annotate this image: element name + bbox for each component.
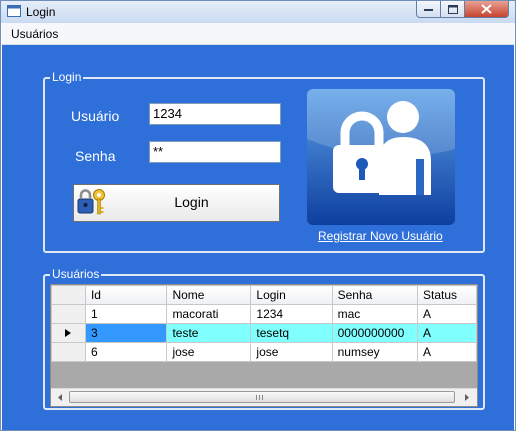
scroll-left-icon [58,394,62,401]
cell-status[interactable]: A [417,304,477,324]
cell-nome[interactable]: jose [166,342,252,362]
login-button[interactable]: Login [73,184,280,222]
cell-id[interactable]: 1 [84,304,168,324]
login-groupbox: Login Usuário 1234 Senha ** Login Regist… [43,70,485,253]
column-header-status[interactable]: Status [417,285,477,305]
cell-id[interactable]: 6 [84,342,168,362]
scroll-grip-icon [256,395,263,400]
close-button[interactable] [465,1,509,18]
menu-bar: Usuários [2,23,514,45]
login-group-legend: Login [50,70,84,84]
users-datagrid[interactable]: Id Nome Login Senha Status 1 macorati 12… [50,284,478,407]
cell-nome[interactable]: macorati [166,304,252,324]
login-window: Login Usuários Login Usuário 1234 Senha … [0,0,516,431]
window-controls [416,1,509,19]
current-row-arrow-icon [65,329,72,337]
maximize-button[interactable] [441,1,465,18]
cell-login[interactable]: tesetq [250,323,333,343]
table-row[interactable]: 6 jose jose numsey A [51,342,477,362]
minimize-button[interactable] [416,1,441,18]
form-client-area: Login Usuário 1234 Senha ** Login Regist… [2,45,514,430]
scroll-left-button[interactable] [52,390,68,405]
title-bar[interactable]: Login [1,1,515,23]
usuario-field[interactable]: 1234 [149,103,281,125]
usuario-label: Usuário [71,108,120,124]
login-button-label: Login [174,194,209,210]
cell-login[interactable]: 1234 [250,304,333,324]
senha-field[interactable]: ** [149,141,281,163]
close-icon [481,4,492,14]
column-header-login[interactable]: Login [250,285,333,305]
users-table: Id Nome Login Senha Status 1 macorati 12… [51,285,477,362]
horizontal-scrollbar[interactable] [51,388,477,406]
cell-senha[interactable]: 0000000000 [331,323,419,343]
table-header-row: Id Nome Login Senha Status [51,285,477,305]
row-header[interactable] [51,304,86,324]
users-groupbox: Usuários Id Nome Login Senha Status 1 ma… [43,267,485,410]
user-padlock-icon [307,89,455,225]
cell-senha[interactable]: mac [331,304,419,324]
row-header-corner [51,285,86,305]
minimize-icon [424,9,433,11]
scroll-right-button[interactable] [459,390,475,405]
app-form-icon [7,5,21,17]
column-header-id[interactable]: Id [84,285,168,305]
scroll-thumb[interactable] [69,391,455,403]
cell-id[interactable]: 3 [84,323,168,343]
scroll-right-icon [465,394,469,401]
maximize-icon [447,4,458,14]
table-row-selected[interactable]: 3 teste tesetq 0000000000 A [51,323,477,343]
cell-status[interactable]: A [417,323,477,343]
cell-login[interactable]: jose [250,342,333,362]
senha-label: Senha [75,148,116,164]
column-header-senha[interactable]: Senha [331,285,419,305]
cell-nome[interactable]: teste [166,323,252,343]
column-header-nome[interactable]: Nome [166,285,252,305]
menu-item-usuarios[interactable]: Usuários [7,26,62,42]
users-group-legend: Usuários [50,267,102,281]
cell-senha[interactable]: numsey [331,342,419,362]
table-row[interactable]: 1 macorati 1234 mac A [51,304,477,324]
register-new-user-link[interactable]: Registrar Novo Usuário [318,229,443,243]
cell-status[interactable]: A [417,342,477,362]
row-header[interactable] [51,342,86,362]
window-title: Login [26,5,56,19]
row-header-current[interactable] [51,323,86,343]
